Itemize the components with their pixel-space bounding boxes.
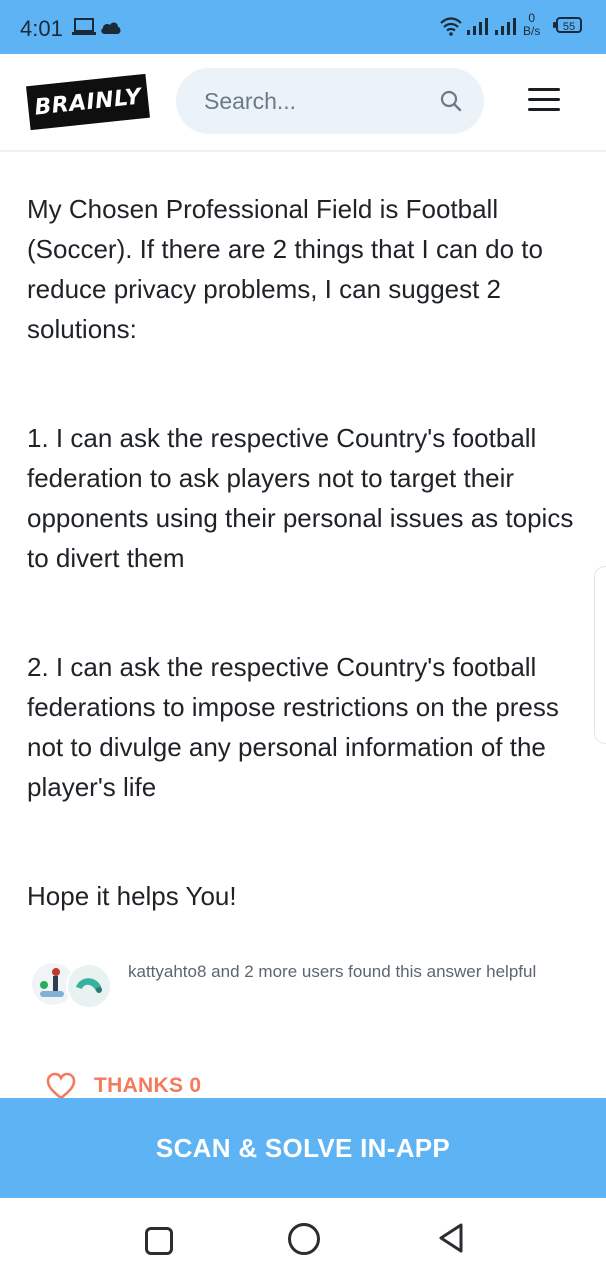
search-icon[interactable] xyxy=(440,90,462,112)
recent-apps-icon[interactable] xyxy=(145,1227,173,1255)
wifi-icon xyxy=(440,17,462,36)
battery-indicator: 55 xyxy=(553,17,582,33)
heart-icon[interactable] xyxy=(46,1072,76,1100)
signal-icon xyxy=(467,18,488,35)
answer-paragraph: Hope it helps You! xyxy=(27,876,587,916)
cloud-icon xyxy=(101,22,121,34)
answer-paragraph: 2. I can ask the respective Country's fo… xyxy=(27,647,587,807)
status-bar: 4:01 0 B/s 55 xyxy=(0,0,606,54)
thanks-label: THANKS 0 xyxy=(94,1074,202,1097)
scan-and-solve-button[interactable]: SCAN & SOLVE IN-APP xyxy=(0,1098,606,1198)
network-speed-unit: B/s xyxy=(523,24,541,38)
signal-icon xyxy=(495,18,516,35)
brainly-logo[interactable]: BRAINLY xyxy=(26,73,150,131)
helpful-avatars xyxy=(32,963,112,1009)
side-panel-edge[interactable] xyxy=(594,566,606,744)
avatar xyxy=(66,963,112,1009)
helpful-text: kattyahto8 and 2 more users found this a… xyxy=(128,962,537,981)
search-bar[interactable] xyxy=(176,68,484,134)
app-header: BRAINLY xyxy=(0,54,606,152)
answer-solution-2-text: 2. I can ask the respective Country's fo… xyxy=(27,652,559,802)
menu-icon[interactable] xyxy=(528,88,560,114)
home-icon[interactable] xyxy=(288,1223,320,1255)
network-speed: 0 B/s xyxy=(523,12,540,38)
status-time: 4:01 xyxy=(20,16,63,41)
answer-paragraph: 1. I can ask the respective Country's fo… xyxy=(27,418,587,578)
answer-closing-text: Hope it helps You! xyxy=(27,881,237,911)
search-input[interactable] xyxy=(204,68,424,134)
answer-solution-1-text: 1. I can ask the respective Country's fo… xyxy=(27,423,574,573)
laptop-icon xyxy=(72,18,96,35)
back-icon[interactable] xyxy=(438,1222,464,1254)
system-nav-bar xyxy=(0,1198,606,1280)
answer-intro-text: My Chosen Professional Field is Football… xyxy=(27,194,543,344)
answer-paragraph: My Chosen Professional Field is Football… xyxy=(27,189,587,349)
scan-and-solve-label: SCAN & SOLVE IN-APP xyxy=(155,1132,451,1163)
